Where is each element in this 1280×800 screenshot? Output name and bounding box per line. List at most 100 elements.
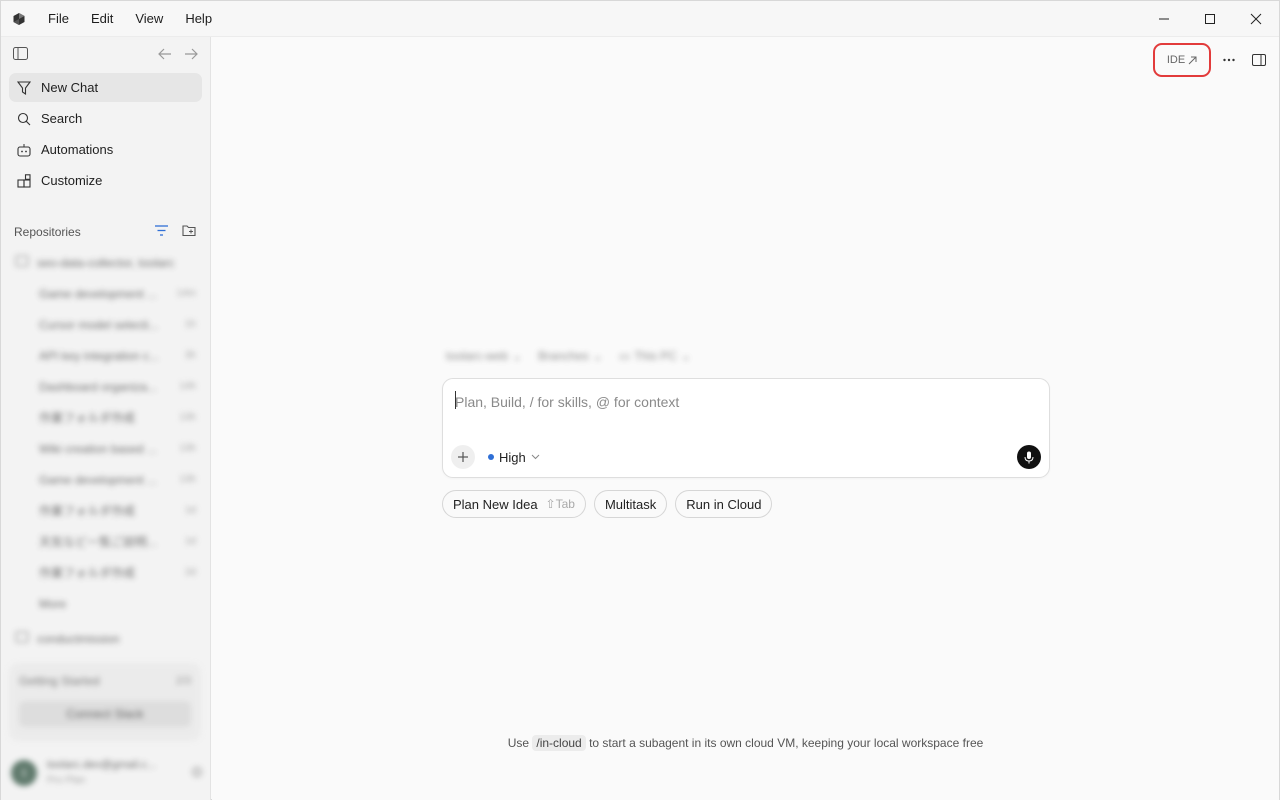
sidebar-item-label: Automations bbox=[41, 142, 114, 157]
repo-selector[interactable]: toolarc-web ⌄ bbox=[446, 349, 522, 363]
sidebar: New Chat Search Automations Customize Re… bbox=[1, 37, 211, 800]
repo-selector-label: toolarc-web bbox=[446, 349, 509, 363]
sidebar-item-customize[interactable]: Customize bbox=[9, 166, 202, 195]
account-row[interactable]: t toolarc.dev@gmail.c... Pro Plan bbox=[11, 753, 203, 793]
voice-input-button[interactable] bbox=[1017, 445, 1041, 469]
getting-started-title: Getting Started bbox=[19, 674, 100, 688]
quick-actions: Plan New Idea ⇧Tab Multitask Run in Clou… bbox=[442, 490, 773, 518]
chat-item[interactable]: Wiki creation based ... 13h bbox=[1, 433, 210, 464]
chip-label: Run in Cloud bbox=[686, 496, 762, 512]
getting-started-count: 2/3 bbox=[175, 675, 191, 687]
window-controls bbox=[1141, 1, 1279, 37]
chat-item[interactable]: 作業フォルダ作成 2d bbox=[1, 557, 210, 588]
shortcut-hint: ⇧Tab bbox=[545, 497, 575, 511]
repository-list: seo-data-collector, toolarc Game develop… bbox=[1, 247, 210, 654]
menu-view[interactable]: View bbox=[124, 1, 174, 37]
effort-selector[interactable]: High bbox=[488, 445, 540, 469]
filter-icon[interactable] bbox=[155, 225, 168, 239]
sidebar-item-automations[interactable]: Automations bbox=[9, 135, 202, 164]
sidebar-item-new-chat[interactable]: New Chat bbox=[9, 73, 202, 102]
repo-item[interactable]: conductmission bbox=[1, 623, 210, 654]
chevron-down-icon: ⌄ bbox=[512, 349, 523, 363]
sidebar-toolbar bbox=[1, 37, 210, 73]
chat-time: 1d bbox=[184, 505, 196, 516]
text-caret bbox=[455, 391, 456, 409]
getting-started-card: Getting Started 2/3 Connect Slack bbox=[9, 663, 201, 741]
chat-item[interactable]: 作業フォルダ作成 13h bbox=[1, 402, 210, 433]
footer-hint: Use /in-cloud to start a subagent in its… bbox=[212, 735, 1279, 751]
ide-label: IDE bbox=[1166, 54, 1186, 66]
repo-item[interactable]: seo-data-collector, toolarc bbox=[1, 247, 210, 278]
effort-label: High bbox=[499, 449, 526, 465]
sidebar-item-label: New Chat bbox=[41, 80, 99, 95]
chevron-down-icon bbox=[531, 454, 540, 460]
hint-prefix: Use bbox=[507, 736, 530, 750]
context-selectors: toolarc-web ⌄ Branches ⌄ ▭ This PC ⌄ bbox=[446, 349, 691, 363]
menu-help[interactable]: Help bbox=[174, 1, 223, 37]
chip-label: Multitask bbox=[604, 496, 657, 512]
run-in-cloud-button[interactable]: Run in Cloud bbox=[675, 490, 773, 518]
plan-new-idea-button[interactable]: Plan New Idea ⇧Tab bbox=[442, 490, 586, 518]
main-panel: IDE toolarc-web ⌄ Branches ⌄ ▭ This PC ⌄… bbox=[212, 37, 1279, 800]
new-chat-icon bbox=[16, 80, 32, 96]
chat-item[interactable]: Game development ... 14m bbox=[1, 278, 210, 309]
monitor-icon: ▭ bbox=[618, 349, 631, 363]
toggle-panel-button[interactable] bbox=[1247, 48, 1271, 72]
chip-label: Plan New Idea bbox=[453, 496, 538, 512]
chat-title: Dashboard organiza... bbox=[39, 379, 158, 394]
external-link-icon bbox=[1188, 56, 1197, 64]
title-bar: File Edit View Help bbox=[1, 1, 1279, 37]
add-folder-icon[interactable] bbox=[182, 224, 197, 240]
chat-item[interactable]: 作業フォルダ作成 1d bbox=[1, 495, 210, 526]
open-ide-button[interactable]: IDE bbox=[1153, 43, 1211, 77]
gear-icon[interactable] bbox=[191, 766, 203, 781]
back-arrow-icon[interactable] bbox=[158, 48, 172, 63]
folder-icon bbox=[15, 255, 29, 270]
chat-title: API key integration c... bbox=[39, 348, 160, 363]
customize-icon bbox=[16, 173, 32, 189]
branch-selector-label: Branches bbox=[538, 349, 589, 363]
close-button[interactable] bbox=[1233, 1, 1279, 37]
forward-arrow-icon[interactable] bbox=[184, 48, 198, 63]
chat-time: 14h bbox=[179, 381, 196, 392]
chat-title: 天気など一覧ご説明... bbox=[39, 535, 158, 549]
repo-name: conductmission bbox=[37, 631, 120, 646]
chat-item[interactable]: Cursor model selecti... 1h bbox=[1, 309, 210, 340]
chat-title: Cursor model selecti... bbox=[39, 317, 159, 332]
chat-time: 13h bbox=[179, 412, 196, 423]
chat-item[interactable]: Game development ... 13h bbox=[1, 464, 210, 495]
chat-item[interactable]: 天気など一覧ご説明... 1d bbox=[1, 526, 210, 557]
connect-slack-button[interactable]: Connect Slack bbox=[19, 701, 191, 727]
sidebar-item-search[interactable]: Search bbox=[9, 104, 202, 133]
maximize-button[interactable] bbox=[1187, 1, 1233, 37]
menu-file[interactable]: File bbox=[37, 1, 80, 37]
branch-selector[interactable]: Branches ⌄ bbox=[538, 349, 603, 363]
chat-time: 13h bbox=[179, 443, 196, 454]
chat-time: 3h bbox=[184, 350, 196, 361]
app-window: File Edit View Help New Chat Search Auto… bbox=[0, 0, 1280, 800]
add-attachment-button[interactable] bbox=[451, 445, 475, 469]
chat-time: 1h bbox=[184, 319, 196, 330]
app-logo-icon bbox=[1, 1, 37, 37]
composer: High bbox=[442, 378, 1050, 478]
more-options-button[interactable] bbox=[1217, 48, 1241, 72]
minimize-button[interactable] bbox=[1141, 1, 1187, 37]
chat-item[interactable]: API key integration c... 3h bbox=[1, 340, 210, 371]
environment-selector-label: This PC bbox=[634, 349, 677, 363]
maximize-icon bbox=[1205, 13, 1215, 24]
chat-title: Wiki creation based ... bbox=[39, 441, 158, 456]
chat-title: 作業フォルダ作成 bbox=[39, 504, 136, 518]
chat-title: Game development ... bbox=[39, 472, 158, 487]
environment-selector[interactable]: ▭ This PC ⌄ bbox=[619, 349, 691, 363]
chat-title: 作業フォルダ作成 bbox=[39, 566, 136, 580]
prompt-input[interactable] bbox=[455, 391, 1035, 413]
sidebar-item-label: Customize bbox=[41, 173, 103, 188]
toggle-sidebar-icon[interactable] bbox=[13, 47, 28, 63]
multitask-button[interactable]: Multitask bbox=[593, 490, 668, 518]
more-link[interactable]: More bbox=[1, 588, 210, 619]
chat-title: Game development ... bbox=[39, 286, 158, 301]
chat-item[interactable]: Dashboard organiza... 14h bbox=[1, 371, 210, 402]
account-plan: Pro Plan bbox=[47, 775, 86, 786]
repo-name: seo-data-collector, toolarc bbox=[37, 255, 175, 270]
menu-edit[interactable]: Edit bbox=[80, 1, 124, 37]
